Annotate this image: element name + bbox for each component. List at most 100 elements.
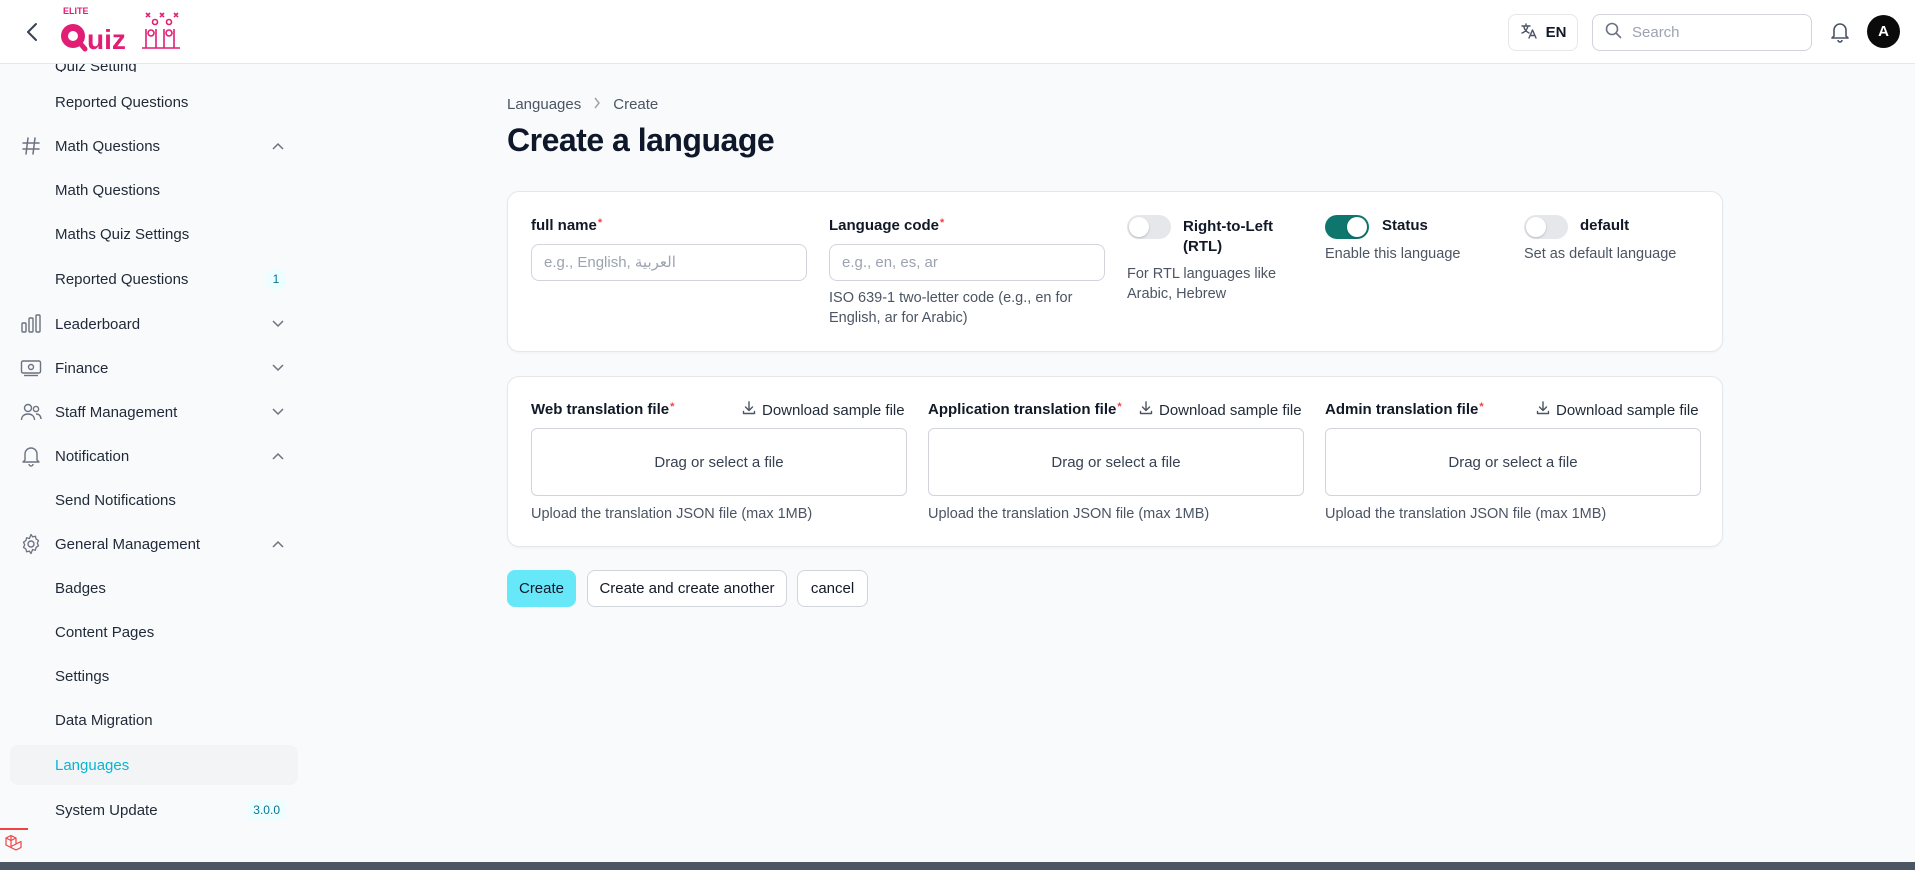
sidebar-group-math-questions[interactable]: Math Questions <box>10 126 298 166</box>
chevron-up-icon[interactable] <box>270 138 286 154</box>
sidebar: Quiz Setting Reported Questions Math Que… <box>0 64 300 870</box>
rtl-helper: For RTL languages like Arabic, Hebrew <box>1127 266 1277 302</box>
sidebar-item-math-questions[interactable]: Math Questions <box>10 170 298 210</box>
chevron-down-icon[interactable] <box>270 316 286 332</box>
sidebar-item-label: Badges <box>55 579 106 597</box>
chevron-up-icon[interactable] <box>270 536 286 552</box>
sidebar-item-label: Leaderboard <box>55 315 141 333</box>
sidebar-item-label: Finance <box>55 359 109 377</box>
language-switcher-button[interactable]: EN <box>1508 14 1578 51</box>
sidebar-item-label: Reported Questions <box>55 270 189 288</box>
application-download-sample-link[interactable]: Download sample file <box>1139 401 1302 419</box>
web-translation-file-label: Web translation file* <box>531 401 675 418</box>
sidebar-item-languages[interactable]: Languages <box>10 745 298 785</box>
rtl-toggle[interactable] <box>1127 215 1171 239</box>
banknote-icon <box>20 357 42 379</box>
sidebar-group-notification[interactable]: Notification <box>10 436 298 476</box>
default-label: default <box>1580 217 1630 234</box>
translation-files-card: Web translation file* Download sample fi… <box>507 376 1723 547</box>
sidebar-item-label: Languages <box>55 756 130 774</box>
page-title: Create a language <box>507 122 775 158</box>
admin-translation-file-label: Admin translation file* <box>1325 401 1484 418</box>
notifications-bell-icon[interactable] <box>1826 18 1854 46</box>
sidebar-group-leaderboard[interactable]: Leaderboard <box>10 304 298 344</box>
back-arrow-icon[interactable] <box>18 18 46 46</box>
breadcrumb: Languages Create <box>507 96 658 113</box>
language-code-label: Language code* <box>829 217 945 234</box>
sidebar-item-maths-quiz-settings[interactable]: Maths Quiz Settings <box>10 214 298 254</box>
sidebar-item-system-update[interactable]: System Update 3.0.0 <box>10 790 298 830</box>
chart-bars-icon <box>20 313 42 335</box>
window-bottom-edge <box>0 862 1915 870</box>
admin-file-dropzone[interactable]: Drag or select a file <box>1325 428 1701 496</box>
create-and-create-another-button[interactable]: Create and create another <box>587 570 787 607</box>
laravel-logo-icon[interactable] <box>0 828 28 858</box>
svg-text:ELITE: ELITE <box>63 6 89 16</box>
default-helper: Set as default language <box>1524 246 1677 262</box>
rtl-label: Right-to-Left (RTL) <box>1183 218 1273 255</box>
chevron-down-icon[interactable] <box>270 404 286 420</box>
svg-text:uiz: uiz <box>87 24 126 55</box>
sidebar-item-label: Reported Questions <box>55 93 189 111</box>
language-code-label: EN <box>1545 24 1567 41</box>
sidebar-item-label: Math Questions <box>55 181 161 199</box>
download-icon <box>1139 401 1153 419</box>
application-file-dropzone[interactable]: Drag or select a file <box>928 428 1304 496</box>
search-icon <box>1605 22 1622 44</box>
sidebar-item-label: Staff Management <box>55 403 178 421</box>
sidebar-item-cut-off[interactable]: Quiz Setting <box>55 64 137 72</box>
sidebar-item-content-pages[interactable]: Content Pages <box>10 612 298 652</box>
full-name-label: full name* <box>531 217 603 234</box>
version-badge: 3.0.0 <box>247 800 286 820</box>
sidebar-group-finance[interactable]: Finance <box>10 348 298 388</box>
sidebar-item-label: Maths Quiz Settings <box>55 225 190 243</box>
chevron-up-icon[interactable] <box>270 448 286 464</box>
sidebar-item-settings[interactable]: Settings <box>10 656 298 696</box>
default-toggle[interactable] <box>1524 215 1568 239</box>
bell-icon <box>20 445 42 467</box>
breadcrumb-current: Create <box>613 96 659 113</box>
sidebar-item-label: Settings <box>55 667 110 685</box>
users-icon <box>20 401 42 423</box>
full-name-input[interactable] <box>531 244 807 281</box>
hash-icon <box>20 135 42 157</box>
sidebar-item-reported-questions[interactable]: Reported Questions <box>10 82 298 122</box>
sidebar-group-staff-management[interactable]: Staff Management <box>10 392 298 432</box>
application-file-helper: Upload the translation JSON file (max 1M… <box>928 506 1210 522</box>
global-search[interactable] <box>1592 14 1812 51</box>
sidebar-item-label: Data Migration <box>55 711 153 729</box>
sidebar-item-badges[interactable]: Badges <box>10 568 298 608</box>
translate-icon <box>1520 22 1538 44</box>
user-avatar[interactable]: A <box>1867 15 1900 48</box>
sidebar-item-label: Notification <box>55 447 130 465</box>
sidebar-item-send-notifications[interactable]: Send Notifications <box>10 480 298 520</box>
sidebar-item-label: Math Questions <box>55 137 161 155</box>
create-button[interactable]: Create <box>507 570 576 607</box>
chevron-right-icon <box>593 96 601 113</box>
sidebar-group-general-management[interactable]: General Management <box>10 524 298 564</box>
admin-download-sample-link[interactable]: Download sample file <box>1536 401 1699 419</box>
language-details-card: full name* Language code* ISO 639-1 two-… <box>507 191 1723 352</box>
sidebar-item-data-migration[interactable]: Data Migration <box>10 700 298 740</box>
sidebar-item-label: System Update <box>55 801 158 819</box>
sidebar-item-math-reported-questions[interactable]: Reported Questions 1 <box>10 259 298 299</box>
status-toggle[interactable] <box>1325 215 1369 239</box>
status-label: Status <box>1382 217 1428 234</box>
search-input[interactable] <box>1632 24 1792 41</box>
sidebar-item-label: Content Pages <box>55 623 155 641</box>
cancel-button[interactable]: cancel <box>797 570 868 607</box>
admin-file-helper: Upload the translation JSON file (max 1M… <box>1325 506 1607 522</box>
top-bar: ELITE uiz EN A <box>0 0 1915 64</box>
download-icon <box>1536 401 1550 419</box>
breadcrumb-languages-link[interactable]: Languages <box>507 96 581 113</box>
language-code-input[interactable] <box>829 244 1105 281</box>
chevron-down-icon[interactable] <box>270 360 286 376</box>
count-badge: 1 <box>266 269 286 289</box>
status-helper: Enable this language <box>1325 246 1461 262</box>
web-file-dropzone[interactable]: Drag or select a file <box>531 428 907 496</box>
download-icon <box>742 401 756 419</box>
app-logo[interactable]: ELITE uiz <box>56 5 186 57</box>
language-code-helper: ISO 639-1 two-letter code (e.g., en for … <box>829 290 1073 326</box>
web-download-sample-link[interactable]: Download sample file <box>742 401 905 419</box>
sidebar-item-label: Send Notifications <box>55 491 176 509</box>
